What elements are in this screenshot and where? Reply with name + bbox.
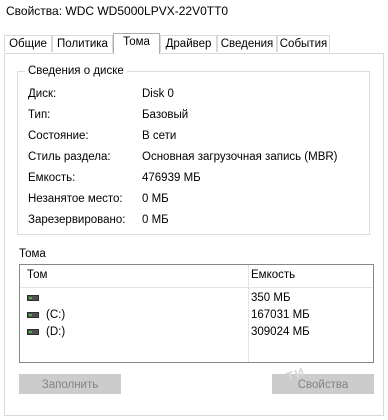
tab-details[interactable]: Сведения — [217, 35, 277, 52]
capacity-value: 476939 МБ — [142, 172, 201, 184]
volume-row[interactable]: 350 МБ — [20, 290, 373, 307]
column-header-volume[interactable]: Том — [27, 269, 47, 281]
partition-style-label: Стиль раздела: — [28, 151, 111, 163]
volume-row[interactable]: (C:) 167031 МБ — [20, 307, 373, 324]
window-title: Свойства: WDC WD5000LPVX-22V0TT0 — [6, 4, 229, 18]
tab-general[interactable]: Общие — [4, 35, 52, 52]
reserved-value: 0 МБ — [142, 214, 169, 226]
volume-row[interactable]: (D:) 309024 МБ — [20, 324, 373, 341]
volume-capacity: 309024 МБ — [251, 326, 310, 338]
tab-driver[interactable]: Драйвер — [160, 35, 217, 52]
unallocated-label: Незанятое место: — [28, 193, 123, 205]
title-bar: Свойства: WDC WD5000LPVX-22V0TT0 — [0, 0, 388, 27]
tab-volumes[interactable]: Тома — [113, 33, 160, 54]
status-label: Состояние: — [28, 130, 89, 142]
tab-events[interactable]: События — [277, 35, 330, 52]
disk-value: Disk 0 — [142, 88, 174, 100]
volume-name: (C:) — [46, 309, 66, 321]
disk-label: Диск: — [28, 88, 57, 100]
unallocated-value: 0 МБ — [142, 193, 169, 205]
tab-policy[interactable]: Политика — [52, 35, 113, 52]
tab-strip: Общие Политика Тома Драйвер Сведения Соб… — [4, 33, 384, 54]
populate-button[interactable]: Заполнить — [19, 374, 121, 394]
partition-style-value: Основная загрузочная запись (MBR) — [142, 151, 338, 163]
volume-capacity: 167031 МБ — [251, 309, 310, 321]
volumes-list[interactable]: Том Емкость 350 МБ (C:) 167031 МБ (D:) 3… — [19, 264, 374, 363]
status-value: В сети — [142, 130, 177, 142]
volume-name: (D:) — [46, 326, 66, 338]
type-value: Базовый — [142, 109, 189, 121]
volumes-list-header: Том Емкость — [20, 265, 373, 288]
drive-icon — [27, 312, 39, 318]
volumes-section-title: Тома — [19, 248, 46, 260]
volume-capacity: 350 МБ — [251, 292, 291, 304]
disk-info-title: Сведения о диске — [25, 65, 127, 77]
drive-icon — [27, 295, 39, 301]
capacity-label: Емкость: — [28, 172, 76, 184]
column-header-capacity[interactable]: Емкость — [251, 269, 295, 281]
type-label: Тип: — [28, 109, 51, 121]
drive-icon — [27, 329, 39, 335]
reserved-label: Зарезервировано: — [28, 214, 126, 226]
